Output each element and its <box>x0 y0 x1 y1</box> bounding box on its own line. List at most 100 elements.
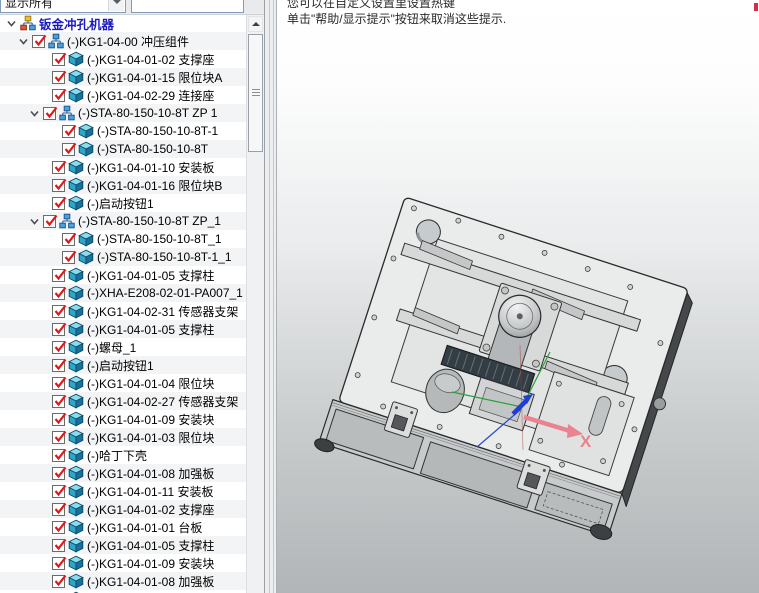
visibility-checkbox[interactable] <box>52 574 67 588</box>
scroll-up-button[interactable] <box>248 16 263 32</box>
part-icon <box>78 249 94 265</box>
visibility-checkbox[interactable] <box>52 70 67 84</box>
tree-item-label: (-)KG1-04-01-11 安装板 <box>87 484 214 499</box>
visibility-checkbox[interactable] <box>52 430 67 444</box>
visibility-checkbox[interactable] <box>52 520 67 534</box>
visibility-checkbox[interactable] <box>62 124 77 138</box>
visibility-checkbox[interactable] <box>52 502 67 516</box>
visibility-checkbox[interactable] <box>52 448 67 462</box>
tree-row[interactable]: (-)KG1-04-01-08 加强板 <box>0 572 246 590</box>
visibility-checkbox[interactable] <box>52 376 67 390</box>
visibility-checkbox[interactable] <box>52 340 67 354</box>
tree-item-label: (-)KG1-04-01-01 台板 <box>87 520 203 535</box>
tree-item-label: (-)KG1-04-02-29 连接座 <box>87 88 215 103</box>
part-icon <box>68 357 84 373</box>
display-filter-dropdown[interactable]: 显示所有 <box>0 0 126 13</box>
visibility-checkbox[interactable] <box>43 214 58 228</box>
visibility-checkbox[interactable] <box>52 484 67 498</box>
assembly-icon <box>59 213 75 229</box>
tree-row[interactable]: (-)KG1-04-01-03 限位块 <box>0 428 246 446</box>
chevron-down-icon[interactable] <box>28 215 40 227</box>
visibility-checkbox[interactable] <box>52 556 67 570</box>
tree-row[interactable]: (-)螺母_1 <box>0 338 246 356</box>
machine-model[interactable] <box>313 194 702 547</box>
tree-row[interactable]: (-)STA-80-150-10-8T ZP 1 <box>0 104 246 122</box>
visibility-checkbox[interactable] <box>52 286 67 300</box>
visibility-checkbox[interactable] <box>62 250 77 264</box>
tree-row[interactable]: (-)XHA-E208-02-01-PA007_1 <box>0 284 246 302</box>
visibility-checkbox[interactable] <box>52 304 67 318</box>
tree-panel: 显示所有 钣金冲孔机器 (-)KG1-04-00 冲压组件 (-)KG1-04-… <box>0 0 264 593</box>
tree-row[interactable]: (-)KG1-04-01-05 支撑柱 <box>0 320 246 338</box>
tree-row[interactable]: (-)KG1-04-01-02 支撑座 <box>0 50 246 68</box>
scrollbar-thumb[interactable] <box>248 34 263 152</box>
tree-item-label: (-)KG1-04-01-02 支撑座 <box>87 52 215 67</box>
model-viewport[interactable]: X <box>277 0 759 593</box>
tree-row[interactable]: (-)KG1-04-00 冲压组件 <box>0 32 246 50</box>
tree-row[interactable]: (-)KG1-04-01-08 加强板 <box>0 464 246 482</box>
tree-item-label: (-)STA-80-150-10-8T-1_1 <box>97 250 232 264</box>
visibility-checkbox[interactable] <box>52 358 67 372</box>
visibility-checkbox[interactable] <box>52 322 67 336</box>
tree-scrollbar[interactable] <box>246 14 264 593</box>
part-icon <box>68 339 84 355</box>
tree-item-label: (-)启动按钮1 <box>87 358 154 373</box>
assembly-icon <box>48 33 64 49</box>
tree-row[interactable]: (-)KG1-04-01-05 支撑柱 <box>0 266 246 284</box>
visibility-checkbox[interactable] <box>52 88 67 102</box>
chevron-down-icon[interactable] <box>5 17 17 29</box>
tree-row[interactable]: (-)STA-80-150-10-8T-1_1 <box>0 248 246 266</box>
tree-item-label: (-)KG1-04-01-05 支撑柱 <box>87 322 215 337</box>
visibility-checkbox[interactable] <box>62 142 77 156</box>
tree-row[interactable]: (-)KG1-04-02-31 传感器支架 <box>0 302 246 320</box>
tree-row[interactable]: (-)启动按钮1 <box>0 356 246 374</box>
tree-row[interactable]: (-)KG1-04-01-15 限位块A <box>0 68 246 86</box>
tree-row[interactable]: (-)STA-80-150-10-8T-1 <box>0 122 246 140</box>
tree-item-label: (-)KG1-04-01-15 限位块A <box>87 70 223 85</box>
visibility-checkbox[interactable] <box>52 466 67 480</box>
visibility-checkbox[interactable] <box>52 196 67 210</box>
tree-row[interactable]: (-)KG1-04-01-09 安装块 <box>0 554 246 572</box>
panel-splitter[interactable] <box>264 0 277 593</box>
part-icon <box>68 87 84 103</box>
part-icon <box>68 411 84 427</box>
visibility-checkbox[interactable] <box>52 394 67 408</box>
tree-row[interactable]: (-)STA-80-150-10-8T <box>0 140 246 158</box>
chevron-down-icon[interactable] <box>28 107 40 119</box>
tree-row[interactable]: (-)KG1-04-02-29 连接座 <box>0 86 246 104</box>
tree-row[interactable]: (-)KG1-04-01-09 安装块 <box>0 410 246 428</box>
search-input[interactable] <box>131 0 244 13</box>
tree-row[interactable]: (-)哈丁下壳 <box>0 446 246 464</box>
tree-row[interactable]: (-)KG1-04-01-10 安装板 <box>0 158 246 176</box>
tree-row[interactable]: (-)启动按钮1 <box>0 194 246 212</box>
graphics-area[interactable]: 您可以在自定义设置里设置热键 单击"帮助/显示提示"按钮来取消这些提示. X <box>277 0 759 593</box>
visibility-checkbox[interactable] <box>52 160 67 174</box>
visibility-checkbox[interactable] <box>52 268 67 282</box>
visibility-checkbox[interactable] <box>43 106 58 120</box>
tree-row[interactable]: (-)KG1-04-01-04 限位块 <box>0 374 246 392</box>
visibility-checkbox[interactable] <box>52 538 67 552</box>
visibility-checkbox[interactable] <box>32 34 47 48</box>
tree-row[interactable]: (-)KG1-04-01-11 安装板 <box>0 482 246 500</box>
tree-row[interactable]: (-)KG1-04-02-27 传感器支架 <box>0 392 246 410</box>
tree-row[interactable]: (-)KG1-04-01-16 限位块B <box>0 176 246 194</box>
visibility-checkbox[interactable] <box>52 52 67 66</box>
tree-item-label: (-)KG1-04-02-31 传感器支架 <box>87 304 239 319</box>
tree-item-label: (-)KG1-04-01-04 限位块 <box>87 376 215 391</box>
tree-item-label: (-)KG1-04-01-10 安装板 <box>87 160 215 175</box>
tree-row[interactable]: 钣金冲孔机器 <box>0 14 246 32</box>
tree-item-label: (-)哈丁下壳 <box>87 448 147 463</box>
tree-row[interactable]: (-)KG1-04-01-02 支撑座 <box>0 500 246 518</box>
chevron-down-icon[interactable] <box>17 35 29 47</box>
visibility-checkbox[interactable] <box>52 412 67 426</box>
chevron-down-icon[interactable] <box>108 0 124 11</box>
part-icon <box>68 537 84 553</box>
tree-row[interactable]: (-)KG1-04-01-01 台板 <box>0 518 246 536</box>
axis-x-label: X <box>580 432 592 451</box>
tree-row[interactable]: (-)STA-80-150-10-8T_1 <box>0 230 246 248</box>
tree-item-label: (-)STA-80-150-10-8T-1 <box>97 124 219 138</box>
visibility-checkbox[interactable] <box>62 232 77 246</box>
tree-row[interactable]: (-)STA-80-150-10-8T ZP_1 <box>0 212 246 230</box>
visibility-checkbox[interactable] <box>52 178 67 192</box>
tree-row[interactable]: (-)KG1-04-01-05 支撑柱 <box>0 536 246 554</box>
